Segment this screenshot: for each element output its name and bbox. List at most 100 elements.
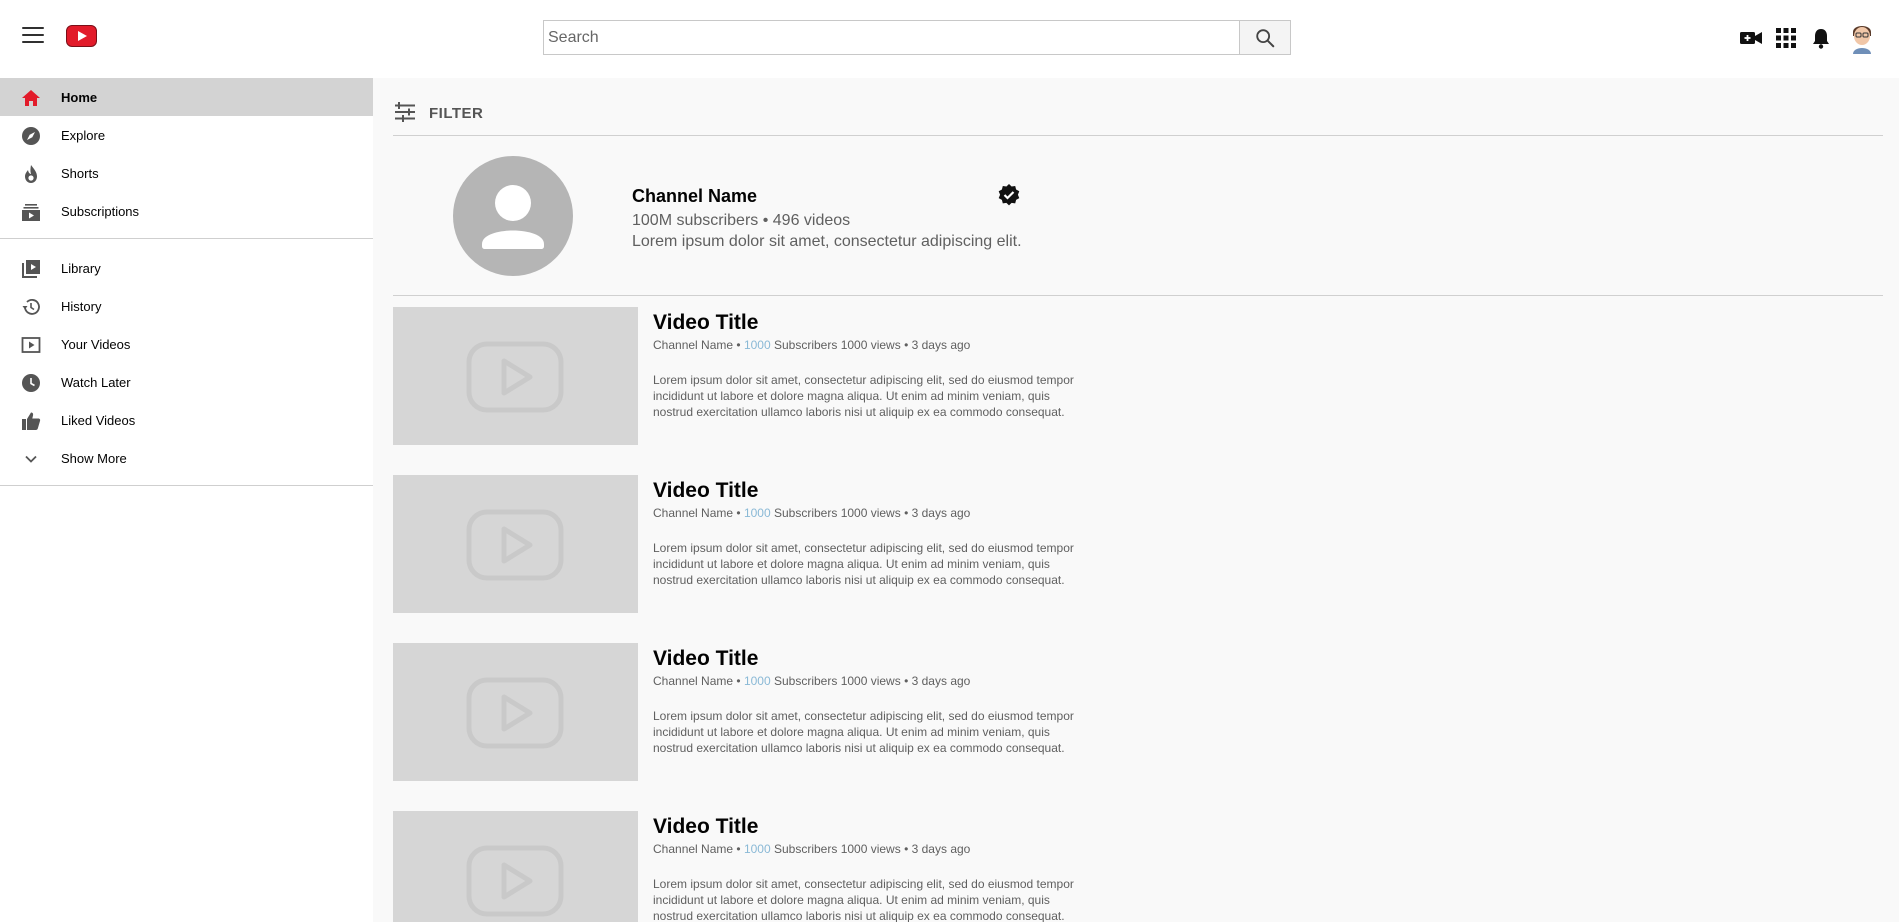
video-channel-name[interactable]: Channel Name: [653, 842, 733, 856]
video-item: Video Title Channel Name • 1000 Subscrib…: [393, 475, 1393, 613]
sidebar-item-library[interactable]: Library: [0, 249, 373, 287]
video-meta: Channel Name • 1000 Subscribers 1000 vie…: [653, 506, 970, 520]
play-button-icon: [466, 341, 564, 413]
play-button-icon: [466, 677, 564, 749]
video-channel-name[interactable]: Channel Name: [653, 506, 733, 520]
view-count: 1000 views: [840, 338, 901, 352]
subscribers-label: Subscribers: [773, 338, 838, 352]
view-count: 1000 views: [840, 674, 901, 688]
sidebar-item-your-videos[interactable]: Your Videos: [0, 325, 373, 363]
sidebar-item-label: Liked Videos: [61, 413, 136, 428]
meta-separator: •: [904, 674, 909, 688]
sidebar-item-label: Library: [61, 261, 101, 276]
sidebar-item-history[interactable]: History: [0, 287, 373, 325]
meta-separator: •: [736, 506, 741, 520]
channel-name[interactable]: Channel Name: [632, 186, 757, 207]
sidebar-item-explore[interactable]: Explore: [0, 116, 373, 154]
channel-description: Lorem ipsum dolor sit amet, consectetur …: [632, 233, 1022, 250]
filter-label: FILTER: [429, 105, 484, 122]
video-meta: Channel Name • 1000 Subscribers 1000 vie…: [653, 674, 970, 688]
meta-separator: •: [736, 674, 741, 688]
search-input[interactable]: [544, 21, 1240, 54]
sidebar-item-label: Watch Later: [61, 375, 131, 390]
channel-divider: [393, 295, 1883, 296]
hamburger-menu-icon[interactable]: [22, 27, 44, 47]
video-thumbnail[interactable]: [393, 811, 638, 922]
sidebar-item-liked-videos[interactable]: Liked Videos: [0, 401, 373, 439]
sidebar-item-label: Your Videos: [61, 337, 131, 352]
video-title[interactable]: Video Title: [653, 479, 758, 503]
sidebar-item-label: Subscriptions: [61, 204, 140, 219]
chevron-down-icon: [25, 455, 37, 463]
channel-stats: 100M subscribers • 496 videos: [632, 212, 851, 229]
sidebar-divider: [0, 485, 373, 486]
sidebar-item-label: Show More: [61, 451, 127, 466]
video-title[interactable]: Video Title: [653, 815, 758, 839]
sidebar: Home Explore Shorts Subscriptions Librar…: [0, 78, 373, 922]
subscribers-label: Subscribers: [773, 674, 838, 688]
shorts-icon: [25, 165, 37, 183]
sidebar-item-home[interactable]: Home: [0, 78, 373, 116]
meta-separator: •: [736, 842, 741, 856]
subscribers-label: Subscribers: [773, 506, 838, 520]
sidebar-item-label: Explore: [61, 128, 106, 143]
meta-separator: •: [904, 338, 909, 352]
person-icon: [482, 185, 544, 249]
video-channel-name[interactable]: Channel Name: [653, 674, 733, 688]
filter-divider: [393, 135, 1883, 136]
filter-sliders-icon: [395, 102, 415, 122]
sidebar-item-watch-later[interactable]: Watch Later: [0, 363, 373, 401]
channel-avatar[interactable]: [453, 156, 573, 276]
video-item: Video Title Channel Name • 1000 Subscrib…: [393, 811, 1393, 922]
view-count: 1000 views: [840, 842, 901, 856]
sidebar-divider: [0, 238, 373, 239]
video-age: 3 days ago: [911, 338, 971, 352]
sidebar-item-label: Shorts: [61, 166, 99, 181]
subscriptions-icon: [22, 204, 40, 221]
video-thumbnail[interactable]: [393, 475, 638, 613]
subscriber-count: 1000: [743, 842, 771, 856]
view-count: 1000 views: [840, 506, 901, 520]
video-meta: Channel Name • 1000 Subscribers 1000 vie…: [653, 842, 970, 856]
user-avatar[interactable]: [1848, 20, 1876, 54]
video-thumbnail[interactable]: [393, 307, 638, 445]
meta-separator: •: [904, 506, 909, 520]
video-description: Lorem ipsum dolor sit amet, consectetur …: [653, 877, 1074, 922]
history-icon: [22, 299, 40, 315]
video-age: 3 days ago: [911, 674, 971, 688]
meta-separator: •: [736, 338, 741, 352]
sidebar-item-show-more[interactable]: Show More: [0, 439, 373, 477]
your-videos-icon: [21, 337, 41, 353]
video-meta: Channel Name • 1000 Subscribers 1000 vie…: [653, 338, 970, 352]
video-item: Video Title Channel Name • 1000 Subscrib…: [393, 307, 1393, 445]
sidebar-item-shorts[interactable]: Shorts: [0, 154, 373, 192]
video-age: 3 days ago: [911, 842, 971, 856]
search-button[interactable]: [1239, 21, 1290, 54]
search-icon: [1256, 29, 1275, 48]
thumbs-up-icon: [22, 412, 41, 430]
search-bar: [543, 20, 1291, 55]
main-content: FILTER Channel Name 100M subscribers • 4…: [373, 78, 1899, 922]
library-icon: [22, 260, 40, 278]
video-thumbnail[interactable]: [393, 643, 638, 781]
sidebar-item-subscriptions[interactable]: Subscriptions: [0, 192, 373, 230]
video-title[interactable]: Video Title: [653, 311, 758, 335]
sidebar-item-label: Home: [61, 90, 98, 105]
verified-badge-icon: [998, 184, 1020, 206]
video-item: Video Title Channel Name • 1000 Subscrib…: [393, 643, 1393, 781]
meta-separator: •: [904, 842, 909, 856]
home-icon: [22, 90, 40, 106]
video-channel-name[interactable]: Channel Name: [653, 338, 733, 352]
play-button-icon: [466, 509, 564, 581]
subscriber-count: 1000: [743, 506, 771, 520]
video-title[interactable]: Video Title: [653, 647, 758, 671]
notifications-bell-icon[interactable]: [1811, 27, 1831, 49]
subscriber-count: 1000: [743, 674, 771, 688]
clock-icon: [22, 374, 40, 392]
create-video-icon[interactable]: [1739, 29, 1763, 47]
youtube-logo[interactable]: [66, 25, 97, 47]
subscribers-label: Subscribers: [773, 842, 838, 856]
subscriber-count: 1000: [743, 338, 771, 352]
compass-icon: [22, 127, 40, 145]
apps-grid-icon[interactable]: [1776, 28, 1796, 48]
